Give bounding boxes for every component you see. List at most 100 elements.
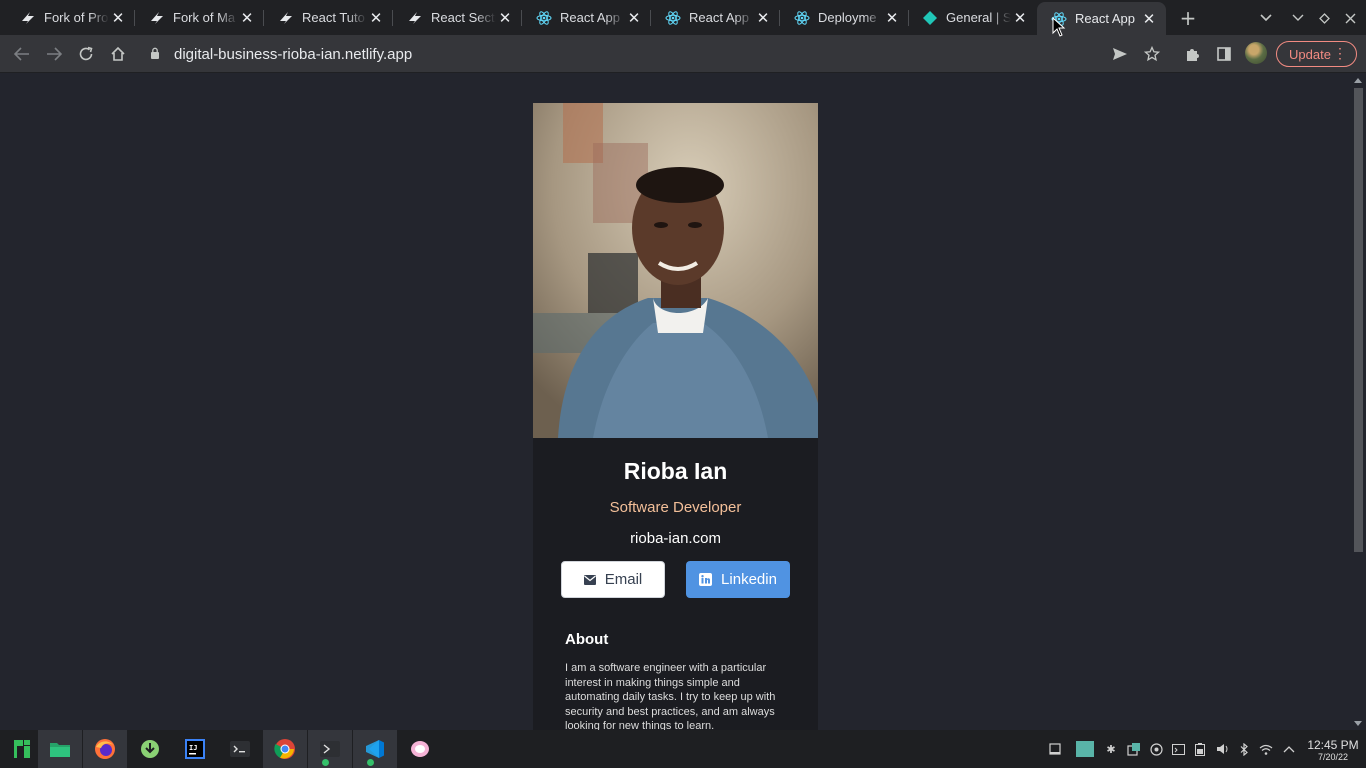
- mouse-cursor-icon: [1052, 17, 1066, 37]
- terminal-icon[interactable]: [218, 730, 262, 768]
- email-button[interactable]: Email: [561, 561, 665, 598]
- tab-title: React App: [689, 10, 749, 25]
- bluetooth-icon[interactable]: [1237, 742, 1251, 756]
- kebab-menu-icon[interactable]: ⋮: [1333, 46, 1347, 60]
- tab-3[interactable]: React Secti ✕: [393, 0, 522, 35]
- home-icon[interactable]: [104, 40, 132, 68]
- running-indicator: [367, 759, 374, 766]
- tab-1[interactable]: Fork of Ma ✕: [135, 0, 264, 35]
- window-close-icon[interactable]: [1338, 6, 1362, 30]
- minimize-chevron-icon[interactable]: [1286, 6, 1310, 30]
- browser-toolbar: digital-business-rioba-ian.netlify.app U…: [0, 35, 1366, 73]
- react-icon: [665, 10, 681, 26]
- scroll-down-arrow-icon[interactable]: [1354, 721, 1362, 726]
- terminal-icon[interactable]: [308, 730, 352, 768]
- close-icon[interactable]: ✕: [496, 9, 514, 27]
- close-icon[interactable]: ✕: [1011, 9, 1029, 27]
- profile-card: Rioba Ian Software Developer rioba-ian.c…: [533, 103, 818, 730]
- linkedin-icon: [699, 573, 713, 586]
- update-label: Update: [1289, 46, 1331, 62]
- react-icon: [794, 10, 810, 26]
- maximize-diamond-icon[interactable]: [1312, 6, 1336, 30]
- taskbar-clock[interactable]: 12:45 PM 7/20/22: [1302, 738, 1364, 763]
- close-icon[interactable]: ✕: [754, 9, 772, 27]
- files-icon[interactable]: [38, 730, 82, 768]
- volume-icon[interactable]: [1215, 742, 1229, 756]
- console-icon[interactable]: [1171, 742, 1185, 756]
- url-text[interactable]: digital-business-rioba-ian.netlify.app: [174, 46, 412, 63]
- tab-title: Fork of Pro: [44, 10, 109, 25]
- linkedin-button[interactable]: Linkedin: [686, 561, 790, 598]
- send-icon[interactable]: [1106, 40, 1134, 68]
- linkedin-button-label: Linkedin: [721, 571, 777, 588]
- lock-icon: [150, 46, 160, 63]
- tab-4[interactable]: React App ✕: [522, 0, 651, 35]
- chevron-up-icon[interactable]: [1282, 742, 1296, 756]
- workspace-icon[interactable]: [1076, 740, 1094, 758]
- profile-name: Rioba Ian: [623, 458, 728, 484]
- side-panel-icon[interactable]: [1210, 40, 1238, 68]
- reload-icon[interactable]: [72, 40, 100, 68]
- stackblitz-icon: [278, 10, 294, 26]
- forward-arrow-icon[interactable]: [40, 40, 68, 68]
- tab-title: General | S: [946, 10, 1011, 25]
- netlify-icon: [922, 10, 938, 26]
- stackblitz-icon: [149, 10, 165, 26]
- tab-search-chevron-icon[interactable]: [1254, 6, 1278, 30]
- about-heading: About: [565, 631, 609, 648]
- close-icon[interactable]: ✕: [625, 9, 643, 27]
- battery-icon[interactable]: [1193, 742, 1207, 756]
- firefox-icon[interactable]: [83, 730, 127, 768]
- about-text: I am a software engineer with a particul…: [565, 662, 776, 730]
- clock-time: 12:45 PM: [1307, 738, 1359, 752]
- tab-6[interactable]: Deployme ✕: [780, 0, 909, 35]
- scroll-up-arrow-icon[interactable]: [1354, 78, 1362, 83]
- tab-strip: Fork of Pro ✕ Fork of Ma ✕ React Tuto ✕ …: [0, 0, 1366, 35]
- extensions-puzzle-icon[interactable]: [1178, 40, 1206, 68]
- chrome-icon[interactable]: [263, 730, 307, 768]
- clock-date: 7/20/22: [1317, 752, 1349, 762]
- close-icon[interactable]: ✕: [1140, 10, 1158, 28]
- updates-icon[interactable]: [1149, 742, 1163, 756]
- react-icon: [536, 10, 552, 26]
- bubble-icon[interactable]: [398, 730, 442, 768]
- wifi-icon[interactable]: [1259, 742, 1273, 756]
- profile-website[interactable]: rioba-ian.com: [533, 530, 818, 547]
- scrollbar-thumb[interactable]: [1354, 88, 1363, 552]
- close-icon[interactable]: ✕: [367, 9, 385, 27]
- close-icon[interactable]: ✕: [883, 9, 901, 27]
- tab-title: React App: [1075, 11, 1135, 26]
- tab-7[interactable]: General | S ✕: [908, 0, 1037, 35]
- tab-2[interactable]: React Tuto ✕: [264, 0, 393, 35]
- address-bar[interactable]: digital-business-rioba-ian.netlify.app: [150, 42, 412, 66]
- tab-0[interactable]: Fork of Pro ✕: [6, 0, 135, 35]
- close-icon[interactable]: ✕: [238, 9, 256, 27]
- tab-title: React Secti: [431, 10, 496, 25]
- profile-role: Software Developer: [609, 499, 742, 516]
- running-indicator: [322, 759, 329, 766]
- stackblitz-icon: [407, 10, 423, 26]
- taskbar: IJ ✱: [0, 730, 1366, 768]
- stackblitz-icon: [20, 10, 36, 26]
- clipboard-icon[interactable]: [1127, 742, 1141, 756]
- network-settings-icon[interactable]: ✱: [1104, 742, 1118, 756]
- update-button[interactable]: Update ⋮: [1276, 41, 1357, 67]
- new-tab-plus-icon[interactable]: +: [1176, 6, 1200, 30]
- email-button-label: Email: [604, 571, 643, 588]
- show-desktop-icon[interactable]: [1048, 742, 1062, 756]
- svg-text:IJ: IJ: [189, 744, 197, 752]
- tab-title: React Tuto: [302, 10, 365, 25]
- intellij-icon[interactable]: IJ: [173, 730, 217, 768]
- envelope-icon: [583, 574, 596, 585]
- vscode-icon[interactable]: [353, 730, 397, 768]
- bookmark-star-icon[interactable]: [1138, 40, 1166, 68]
- download-icon[interactable]: [128, 730, 172, 768]
- tab-title: React App: [560, 10, 620, 25]
- close-icon[interactable]: ✕: [109, 9, 127, 27]
- back-arrow-icon[interactable]: [8, 40, 36, 68]
- profile-photo: [533, 103, 818, 438]
- tab-title: Deployme: [818, 10, 877, 25]
- avatar[interactable]: [1245, 42, 1267, 64]
- tab-5[interactable]: React App ✕: [651, 0, 780, 35]
- page-scrollbar[interactable]: [1351, 74, 1366, 730]
